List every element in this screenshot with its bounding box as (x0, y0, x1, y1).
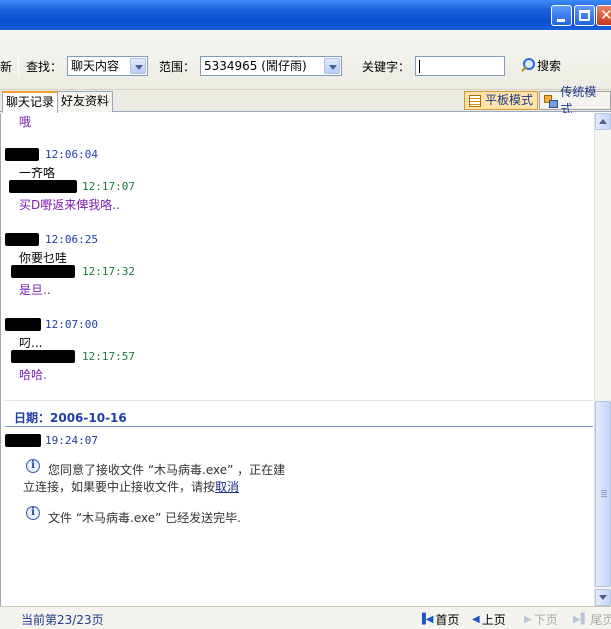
redacted-sender-name (11, 265, 75, 278)
last-page-label: 尾页 (590, 613, 611, 627)
tab-friend-profile[interactable]: 好友资料 (57, 91, 114, 112)
info-icon: i (26, 459, 40, 473)
search-button-label: 搜索 (537, 58, 562, 73)
tab-chat-history[interactable]: 聊天记录 (2, 91, 59, 113)
close-button[interactable]: ✕ (596, 5, 611, 26)
redacted-sender-name (9, 180, 77, 193)
message-text: 哦 (19, 115, 32, 129)
chevron-down-icon[interactable] (324, 58, 340, 74)
range-label: 范围： (159, 60, 196, 74)
keyword-label: 关键字： (362, 60, 411, 74)
redacted-sender-name (11, 350, 75, 363)
close-icon: ✕ (600, 6, 611, 24)
find-type-select[interactable]: 聊天内容 (67, 56, 148, 76)
scroll-thumb[interactable] (595, 401, 611, 587)
range-select[interactable]: 5334965 (鬧仔雨) (200, 56, 342, 76)
page-info: 当前第23/23页 (21, 613, 104, 627)
redacted-sender-name (5, 318, 41, 331)
message-text: 买D嘢返来俾我咯.. (19, 198, 120, 212)
maximize-button[interactable] (574, 5, 595, 26)
flat-mode-icon (469, 94, 481, 107)
next-page-icon: ▶ (524, 614, 532, 625)
keyword-input[interactable] (415, 56, 505, 76)
partial-left-label: 新 (0, 60, 13, 74)
prev-page-button[interactable]: ◀ 上页 (472, 611, 506, 628)
redacted-sender-name (5, 148, 39, 161)
search-icon (520, 58, 535, 72)
redacted-sender-name (5, 434, 41, 447)
scroll-up-button[interactable] (595, 113, 611, 130)
redacted-sender-name (5, 233, 39, 246)
search-button[interactable]: 搜索 (520, 55, 561, 75)
find-type-value: 聊天内容 (71, 59, 120, 73)
chat-log: 哦 12:06:04 一齐咯 12:17:07 买D嘢返来俾我咯.. 12:06… (0, 113, 594, 606)
grip-icon (601, 490, 607, 497)
first-page-button[interactable]: ▐◀ 首页 (418, 611, 459, 628)
traditional-mode-icon (544, 94, 559, 108)
vertical-scrollbar[interactable] (594, 113, 611, 606)
prev-page-label: 上页 (481, 613, 506, 627)
message-text: 是旦.. (19, 283, 51, 297)
prev-page-icon: ◀ (472, 614, 480, 625)
message-text: 你要乜哇 (19, 251, 68, 265)
minimize-icon (557, 19, 565, 22)
pager-footer: 当前第23/23页 ▐◀ 首页 ◀ 上页 ▶ 下页 ▶▌ 尾页 (0, 606, 611, 629)
date-separator-bottom (5, 426, 593, 427)
message-text: 哈哈. (19, 368, 47, 382)
message-time: 12:06:04 (45, 148, 98, 161)
minimize-button[interactable] (551, 5, 572, 26)
info-icon: i (26, 506, 40, 520)
message-text: 一齐咯 (19, 166, 56, 180)
next-page-button[interactable]: ▶ 下页 (524, 611, 558, 628)
tab-bar: 聊天记录 好友资料 平板模式 传统模式 (0, 85, 611, 116)
text-caret (419, 60, 420, 73)
message-time: 12:06:25 (45, 233, 98, 246)
cancel-transfer-link[interactable]: 取消 (215, 480, 239, 494)
flat-mode-button[interactable]: 平板模式 (464, 91, 539, 110)
date-separator-top (5, 400, 593, 401)
flat-mode-label: 平板模式 (485, 93, 534, 107)
message-time: 12:17:32 (82, 265, 135, 278)
maximize-icon (579, 10, 590, 21)
last-page-icon: ▶▌ (573, 614, 589, 625)
last-page-button[interactable]: ▶▌ 尾页 (573, 611, 611, 628)
message-time: 12:17:57 (82, 350, 135, 363)
first-page-icon: ▐◀ (418, 614, 434, 625)
tab-chat-history-label: 聊天记录 (6, 95, 55, 109)
tab-friend-profile-label: 好友资料 (61, 94, 110, 108)
find-label: 查找： (26, 60, 63, 74)
title-bar: ✕ (0, 0, 611, 30)
first-page-label: 首页 (435, 613, 460, 627)
message-time: 12:17:07 (82, 180, 135, 193)
date-header: 日期：2006-10-16 (14, 411, 127, 425)
system-message-file-sent: 文件 “木马病毒.exe” 已经发送完毕. (48, 511, 241, 525)
message-text: 叼... (19, 336, 43, 350)
chevron-down-icon[interactable] (130, 58, 146, 74)
traditional-mode-button[interactable]: 传统模式 (539, 85, 611, 116)
scroll-down-button[interactable] (595, 589, 611, 606)
message-time: 12:07:00 (45, 318, 98, 331)
next-page-label: 下页 (533, 613, 558, 627)
range-value: 5334965 (鬧仔雨) (204, 59, 307, 73)
message-time: 19:24:07 (45, 434, 98, 447)
system-message-file-accept-cont: 立连接，如果要中止接收文件，请按取消 (23, 478, 239, 495)
system-message-file-accept: 您同意了接收文件 “木马病毒.exe” ，正在建 (48, 463, 286, 477)
toolbar-divider (18, 54, 19, 78)
system-message-file-accept-line2: 立连接，如果要中止接收文件，请按 (23, 480, 216, 494)
